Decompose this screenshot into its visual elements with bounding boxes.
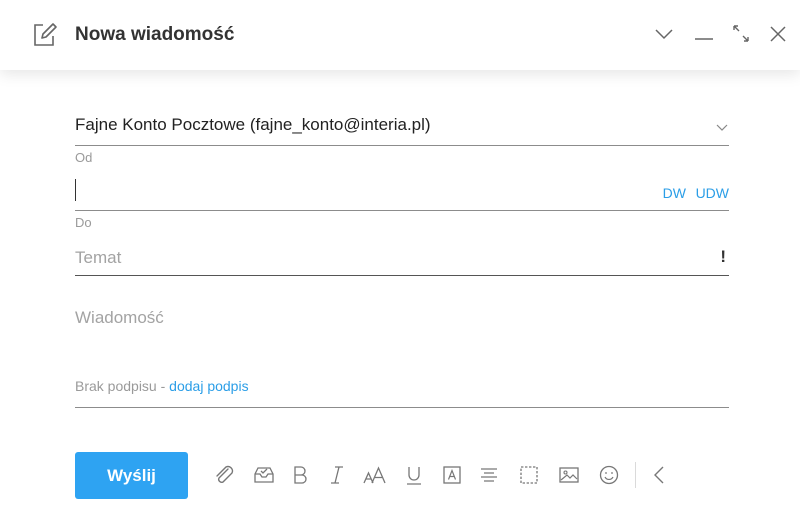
minimize-icon[interactable] <box>692 22 716 46</box>
to-input[interactable] <box>77 177 637 207</box>
close-icon[interactable] <box>766 22 790 46</box>
underline-icon[interactable] <box>402 463 426 487</box>
signature-row: Brak podpisu - dodaj podpis <box>75 378 729 408</box>
subject-input[interactable] <box>75 244 675 272</box>
cc-link[interactable]: DW <box>663 185 686 201</box>
font-size-icon[interactable] <box>363 463 387 487</box>
signature-text: Brak podpisu - <box>75 378 170 394</box>
text-color-icon[interactable] <box>440 463 464 487</box>
priority-toggle[interactable]: ! <box>720 247 726 267</box>
inbox-icon[interactable] <box>252 463 276 487</box>
to-field-row: DW UDW <box>75 175 729 211</box>
from-value: Fajne Konto Pocztowe (fajne_konto@interi… <box>75 115 431 134</box>
collapse-icon[interactable] <box>648 463 672 487</box>
page-title: Nowa wiadomość <box>75 24 235 45</box>
toolbar-divider <box>635 462 636 488</box>
to-label: Do <box>75 215 92 230</box>
bcc-link[interactable]: UDW <box>696 185 729 201</box>
image-icon[interactable] <box>557 463 581 487</box>
border-icon[interactable] <box>517 463 541 487</box>
compose-icon <box>32 22 58 48</box>
attachment-icon[interactable] <box>212 463 236 487</box>
from-select[interactable]: Fajne Konto Pocztowe (fajne_konto@interi… <box>75 110 729 146</box>
bold-icon[interactable] <box>288 463 312 487</box>
compose-header: Nowa wiadomość <box>0 0 800 70</box>
chevron-down-icon[interactable] <box>715 120 729 134</box>
from-label: Od <box>75 150 93 165</box>
expand-icon[interactable] <box>729 22 753 46</box>
emoji-icon[interactable] <box>597 463 621 487</box>
send-button[interactable]: Wyślij <box>75 452 188 499</box>
subject-field-row: ! <box>75 240 729 276</box>
message-textarea[interactable] <box>75 308 729 368</box>
chevron-down-icon[interactable] <box>652 22 676 46</box>
add-signature-link[interactable]: dodaj podpis <box>169 378 248 394</box>
align-icon[interactable] <box>477 463 501 487</box>
text-caret <box>75 179 76 201</box>
italic-icon[interactable] <box>325 463 349 487</box>
